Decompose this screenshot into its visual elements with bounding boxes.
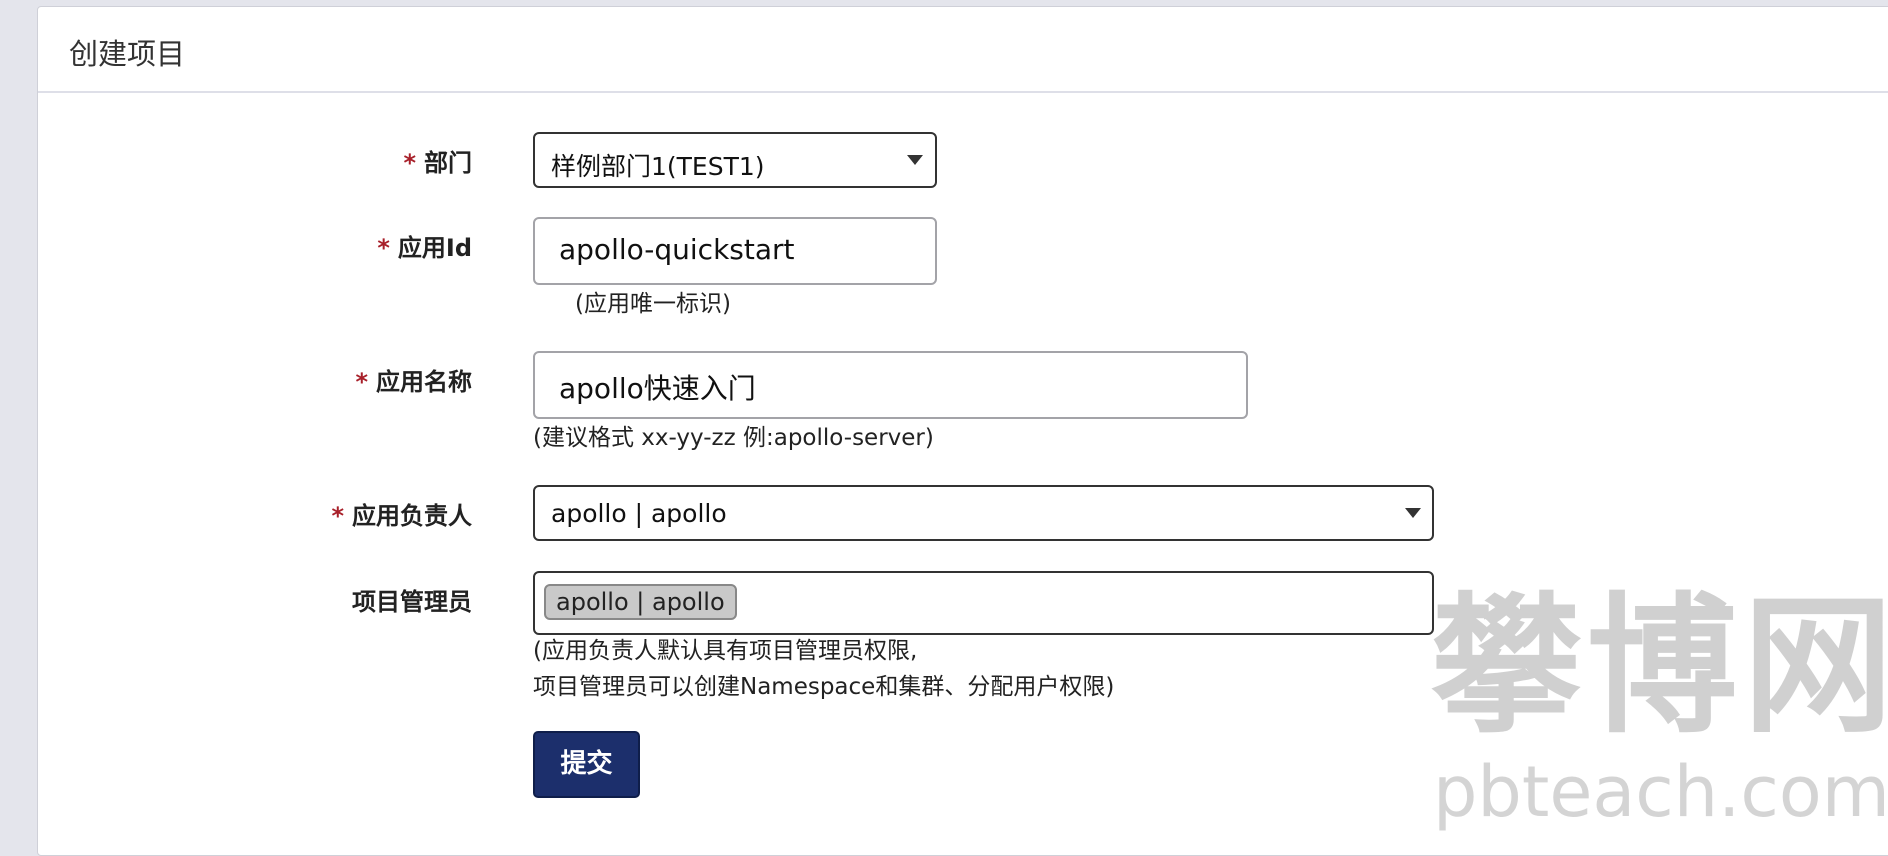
app-name-input-value: apollo快速入门 <box>559 372 756 405</box>
project-admins-multiselect[interactable]: apollo | apollo <box>533 571 1434 635</box>
app-id-input[interactable]: apollo-quickstart <box>533 217 937 285</box>
chevron-down-icon <box>1405 508 1421 518</box>
project-admins-label: 项目管理员 <box>352 588 472 616</box>
chevron-down-icon <box>907 155 923 165</box>
panel-header: 创建项目 <box>38 7 1888 93</box>
watermark-text-en: pbteach.com <box>1433 751 1888 833</box>
admin-tag[interactable]: apollo | apollo <box>544 584 737 620</box>
app-id-help: (应用唯一标识) <box>575 291 731 317</box>
watermark-text-cn: 攀博网 <box>1431 580 1888 754</box>
app-id-input-value: apollo-quickstart <box>559 233 795 266</box>
app-name-label: * 应用名称 <box>355 368 472 396</box>
department-label: * 部门 <box>403 149 472 177</box>
project-admins-help-line1: (应用负责人默认具有项目管理员权限, <box>533 638 918 664</box>
submit-button[interactable]: 提交 <box>533 731 640 798</box>
app-owner-label: * 应用负责人 <box>331 502 472 530</box>
department-select[interactable]: 样例部门1(TEST1) <box>533 132 937 188</box>
page-title: 创建项目 <box>69 37 186 71</box>
app-name-help: (建议格式 xx-yy-zz 例:apollo-server) <box>533 425 934 451</box>
create-project-panel: 创建项目 * 部门 样例部门1(TEST1) * 应用Id apollo-quick… <box>37 6 1888 856</box>
project-admins-help-line2: 项目管理员可以创建Namespace和集群、分配用户权限) <box>533 674 1115 700</box>
app-owner-select-value: apollo | apollo <box>551 499 727 528</box>
app-owner-select[interactable]: apollo | apollo <box>533 485 1434 541</box>
app-id-label: * 应用Id <box>377 234 472 262</box>
required-mark: * <box>403 149 416 177</box>
department-select-value: 样例部门1(TEST1) <box>551 152 765 181</box>
app-name-input[interactable]: apollo快速入门 <box>533 351 1248 419</box>
